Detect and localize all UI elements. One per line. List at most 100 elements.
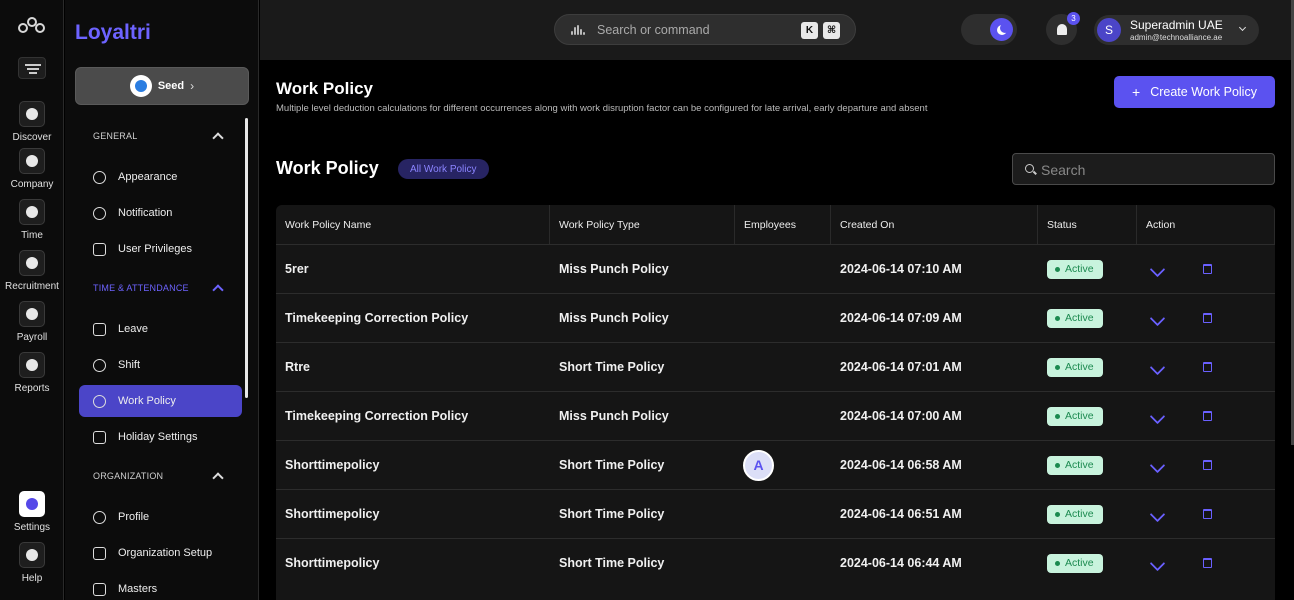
column-header-employees[interactable]: Employees	[735, 205, 831, 245]
policy-type-cell: Miss Punch Policy	[559, 311, 669, 325]
rail-item-time[interactable]: Time	[0, 199, 64, 241]
column-header-work-policy-type[interactable]: Work Policy Type	[550, 205, 735, 245]
policy-name-cell: Timekeeping Correction Policy	[285, 311, 469, 325]
sidebar-item-masters[interactable]: Masters	[79, 573, 242, 600]
theme-toggle[interactable]	[961, 14, 1017, 45]
sidebar-item-label: Masters	[118, 583, 158, 595]
edit-button[interactable]	[1143, 343, 1173, 391]
user-menu[interactable]: S Superadmin UAE admin@technoalliance.ae	[1094, 15, 1259, 45]
panel-scrollbar[interactable]	[245, 118, 248, 398]
table-row[interactable]: Timekeeping Correction Policy Miss Punch …	[276, 293, 1275, 342]
status-cell: Active	[1038, 441, 1137, 489]
sidebar-item-profile[interactable]: Profile	[79, 501, 242, 533]
table-row[interactable]: Shorttimepolicy Short Time Policy 2024-06-…	[276, 538, 1275, 587]
status-cell: Active	[1038, 392, 1137, 440]
sidebar-item-notification[interactable]: Notification	[79, 197, 242, 229]
brand-name: Loyaltri	[75, 21, 151, 44]
created-on-cell: 2024-06-14 07:01 AM	[840, 360, 962, 374]
policy-name-cell: 5rer	[285, 262, 309, 276]
delete-button[interactable]	[1194, 343, 1224, 391]
rail-item-settings[interactable]: Settings	[0, 491, 64, 533]
sidebar-item-shift[interactable]: Shift	[79, 349, 242, 381]
sidebar-item-user-privileges[interactable]: User Privileges	[79, 233, 242, 265]
employee-avatar[interactable]: A	[743, 449, 774, 481]
status-cell: Active	[1038, 539, 1137, 587]
edit-button[interactable]	[1143, 490, 1173, 538]
image-icon	[93, 430, 106, 444]
chevron-up-icon[interactable]	[212, 472, 224, 484]
chevron-up-icon[interactable]	[212, 284, 224, 296]
create-work-policy-button[interactable]: + Create Work Policy	[1114, 76, 1275, 108]
table-row[interactable]: Shorttimepolicy Short Time Policy 2024-06-…	[276, 489, 1275, 538]
delete-button[interactable]	[1194, 392, 1224, 440]
rail-item-label: Reports	[14, 383, 50, 394]
sidebar-item-leave[interactable]: Leave	[79, 313, 242, 345]
status-label: Active	[1065, 459, 1094, 471]
status-badge: Active	[1047, 553, 1103, 573]
status-label: Active	[1065, 361, 1094, 373]
notification-button[interactable]: 3	[1046, 12, 1080, 45]
trash-icon	[1203, 313, 1212, 323]
rail-item-label: Recruitment	[5, 281, 59, 292]
column-header-work-policy-name[interactable]: Work Policy Name	[276, 205, 550, 245]
policy-type-cell: Miss Punch Policy	[559, 409, 669, 423]
created-on-cell: 2024-06-14 07:10 AM	[840, 262, 962, 276]
column-header-action[interactable]: Action	[1137, 205, 1275, 245]
created-on-cell: 2024-06-14 06:44 AM	[840, 556, 962, 570]
chevron-up-icon[interactable]	[212, 132, 224, 144]
delete-button[interactable]	[1194, 245, 1224, 293]
pencil-icon	[1149, 359, 1166, 375]
rail-item-label: Time	[21, 230, 43, 241]
trash-icon	[1203, 264, 1212, 274]
rail-item-label: Settings	[13, 522, 51, 533]
table-row[interactable]: Timekeeping Correction Policy Miss Punch …	[276, 391, 1275, 440]
sidebar-item-organization-setup[interactable]: Organization Setup	[79, 537, 242, 569]
policy-name-cell: Shorttimepolicy	[285, 556, 380, 570]
column-header-status[interactable]: Status	[1038, 205, 1137, 245]
edit-button[interactable]	[1143, 245, 1173, 293]
sidebar-item-appearance[interactable]: Appearance	[79, 161, 242, 193]
column-header-created-on[interactable]: Created On	[831, 205, 1038, 245]
policy-name-cell: Shorttimepolicy	[285, 458, 380, 472]
trash-icon	[1203, 509, 1212, 519]
menu-toggle-button[interactable]	[18, 57, 46, 79]
app-logo-icon[interactable]	[18, 17, 46, 41]
rail-item-payroll[interactable]: Payroll	[0, 301, 64, 343]
sidebar-item-label: Holiday Settings	[118, 431, 198, 443]
chevron-right-icon: ›	[190, 79, 195, 93]
edit-button[interactable]	[1143, 441, 1173, 489]
rail-item-help[interactable]: Help	[0, 542, 64, 584]
sidebar-item-work-policy[interactable]: Work Policy	[79, 385, 242, 417]
edit-button[interactable]	[1143, 539, 1173, 587]
policy-name-cell: Rtre	[285, 360, 311, 374]
search-input[interactable]	[1041, 160, 1261, 180]
waveform-icon	[571, 25, 585, 35]
table-row[interactable]: Rtre Short Time Policy 2024-06-14 07:01 AM…	[276, 342, 1275, 391]
delete-button[interactable]	[1194, 539, 1224, 587]
profile-icon	[93, 510, 106, 524]
command-search[interactable]: Search or command K ⌘	[554, 14, 856, 45]
delete-button[interactable]	[1194, 294, 1224, 342]
org-switcher-button[interactable]: Seed ›	[75, 67, 249, 105]
edit-button[interactable]	[1143, 294, 1173, 342]
rail-item-discover[interactable]: Discover	[0, 101, 64, 143]
rail-item-company[interactable]: Company	[0, 148, 64, 190]
status-label: Active	[1065, 312, 1094, 324]
sidebar-item-label: Organization Setup	[118, 547, 213, 559]
delete-button[interactable]	[1194, 490, 1224, 538]
sidebar-item-holiday-settings[interactable]: Holiday Settings	[79, 421, 242, 453]
status-cell: Active	[1038, 294, 1137, 342]
rail-item-recruitment[interactable]: Recruitment	[0, 250, 64, 292]
section-header: TIME & ATTENDANCE	[93, 283, 189, 293]
filter-chip-all[interactable]: All Work Policy	[398, 159, 489, 179]
shift-icon	[93, 358, 106, 372]
icon-rail: Discover Company Time Recruitment Payroll Rep…	[0, 0, 64, 600]
shortcut-k-key: K	[801, 22, 818, 39]
table-row[interactable]: 5rer Miss Punch Policy 2024-06-14 07:10 AM…	[276, 244, 1275, 293]
rail-item-reports[interactable]: Reports	[0, 352, 64, 394]
edit-button[interactable]	[1143, 392, 1173, 440]
delete-button[interactable]	[1194, 441, 1224, 489]
employees-cell	[735, 245, 831, 293]
table-row[interactable]: Shorttimepolicy Short Time Policy A 2024-06…	[276, 440, 1275, 489]
status-badge: Active	[1047, 504, 1103, 524]
